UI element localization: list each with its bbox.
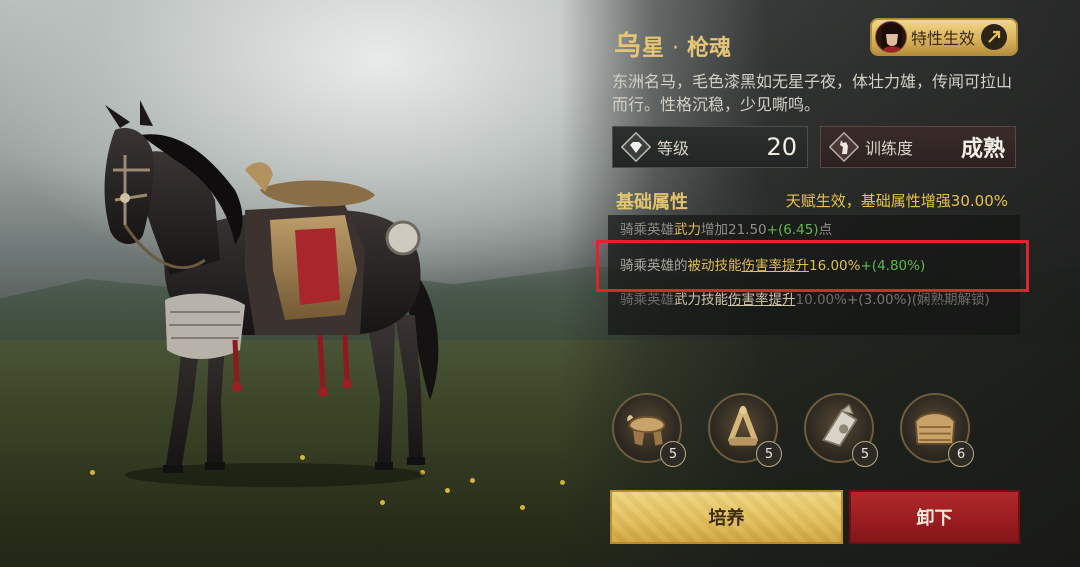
unequip-button[interactable]: 卸下 <box>849 490 1020 544</box>
attr-suffix: 点 <box>818 222 833 238</box>
equip-slot-saddle[interactable]: 5 <box>612 393 686 467</box>
attr-prefix: 骑乘英雄 <box>620 292 674 308</box>
level-label: 等级 <box>657 139 690 158</box>
attr-middle: 增加 <box>701 222 728 238</box>
arrow-icon <box>981 24 1008 50</box>
attribute-row: 骑乘英雄武力技能伤害率提升10.00%+(3.00%)(娴熟期解锁) <box>620 291 1020 310</box>
attr-bonus: +(6.45) <box>766 222 819 238</box>
attr-value: 21.50 <box>728 222 767 238</box>
trait-active-button[interactable]: 特性生效 <box>870 18 1018 56</box>
training-value: 成熟 <box>960 137 1005 162</box>
equip-level: 5 <box>660 441 686 467</box>
attr-key-link[interactable]: 伤害率提升 <box>728 292 796 308</box>
equip-level: 5 <box>852 441 878 467</box>
training-stat: 训练度 成熟 <box>820 126 1016 168</box>
talent-bonus-note: 天赋生效，基础属性增强30.00% <box>785 192 1008 210</box>
highlight-frame <box>596 240 1029 292</box>
training-label: 训练度 <box>865 139 914 158</box>
flower <box>380 500 385 505</box>
attr-suffix: (娴熟期解锁) <box>911 292 990 308</box>
base-attributes-heading: 基础属性 <box>616 192 688 213</box>
diamond-icon <box>621 132 651 162</box>
equip-level: 5 <box>756 441 782 467</box>
attr-key: 武力 <box>674 222 701 238</box>
level-value: 20 <box>766 133 797 161</box>
horse-head-icon <box>829 132 859 162</box>
horse-title-row: 乌 星 · 枪魂 <box>614 24 731 63</box>
attr-bonus: +(3.00%) <box>846 292 912 308</box>
flower <box>520 505 525 510</box>
equip-level: 6 <box>948 441 974 467</box>
level-stat: 等级 20 <box>612 126 808 168</box>
horse-name: 乌 <box>614 31 642 62</box>
horse-name-rest: 星 <box>642 36 665 61</box>
attr-value: 10.00% <box>795 292 847 308</box>
hero-avatar <box>875 21 907 53</box>
attribute-row: 骑乘英雄武力增加21.50+(6.45)点 <box>620 221 832 240</box>
attr-key: 武力技能 <box>674 292 728 308</box>
train-button[interactable]: 培养 <box>610 490 843 544</box>
equip-slot-barding[interactable]: 6 <box>900 393 974 467</box>
horse-description: 东洲名马，毛色漆黑如无星子夜，体壮力雄，传闻可拉山而行。性格沉稳，少见嘶鸣。 <box>612 72 1013 114</box>
attr-prefix: 骑乘英雄 <box>620 222 674 238</box>
horse-illustration <box>104 100 439 487</box>
flower <box>470 478 475 483</box>
title-separator: · <box>672 36 680 61</box>
equip-slot-headpiece[interactable]: 5 <box>804 393 878 467</box>
trait-label: 特性生效 <box>911 29 976 48</box>
equip-slot-stirrup[interactable]: 5 <box>708 393 782 467</box>
horse-title: 枪魂 <box>687 36 732 61</box>
